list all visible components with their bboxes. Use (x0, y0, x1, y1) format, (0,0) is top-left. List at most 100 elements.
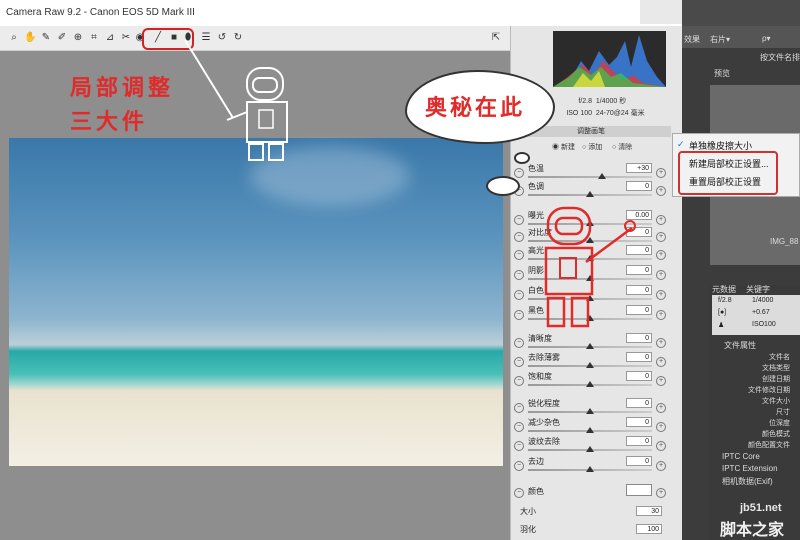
slider-row[interactable]: − 去除薄雾 0 + (514, 352, 666, 372)
annotation-three-tools: 三大件 (70, 109, 149, 135)
slider-thumb[interactable] (586, 446, 594, 452)
slider-row[interactable]: − 锐化程度 0 + (514, 398, 666, 418)
slider-label: 色温 (528, 164, 544, 173)
radio-new-label: 新建 (560, 144, 575, 151)
exif-info: f/2.8 1/4000 秒 ISO 100 24-70@24 毫米 (556, 96, 666, 122)
slider-thumb[interactable] (586, 408, 594, 414)
bridge-meta-tab[interactable]: 元数据 (712, 284, 736, 295)
slider-row[interactable]: − 色温 +30 + (514, 163, 666, 183)
title-bar: Camera Raw 9.2 - Canon EOS 5D Mark III (0, 0, 682, 26)
minus-icon[interactable]: − (514, 376, 524, 386)
minus-icon[interactable]: − (514, 168, 524, 178)
plus-icon[interactable]: + (656, 270, 666, 280)
plus-icon[interactable]: + (656, 376, 666, 386)
radio-new[interactable]: ◉ 新建 (552, 142, 575, 152)
annotation-local-adjust: 局部调整 (70, 75, 175, 101)
bridge-keyword-tab[interactable]: 关键字 (746, 284, 770, 295)
bridge-search[interactable]: ρ▾ (762, 34, 771, 43)
slider-value[interactable]: 0 (626, 398, 652, 408)
bridge-sort-label[interactable]: 按文件名排序 (760, 52, 800, 63)
slider-value[interactable]: 0 (626, 352, 652, 362)
bridge-prop-label: 颜色模式 (762, 431, 790, 438)
bridge-top-item[interactable]: 效果 (684, 34, 700, 45)
plus-icon[interactable]: + (656, 250, 666, 260)
radio-clear[interactable]: ○ 清除 (612, 142, 632, 152)
plus-icon[interactable]: + (656, 215, 666, 225)
straighten-icon[interactable]: ⊿ (104, 32, 116, 44)
slider-track[interactable] (528, 176, 652, 178)
slider-thumb[interactable] (586, 343, 594, 349)
minus-icon[interactable]: − (514, 461, 524, 471)
plus-icon[interactable]: + (656, 488, 666, 498)
color-label: 颜色 (528, 487, 544, 496)
bridge-prop-label: 创建日期 (762, 376, 790, 383)
bridge-iptc-section[interactable]: IPTC Core (722, 452, 760, 461)
minus-icon[interactable]: − (514, 357, 524, 367)
zoom-icon[interactable]: ⌕ (8, 32, 20, 44)
slider-row[interactable]: − 饱和度 0 + (514, 371, 666, 391)
slider-thumb[interactable] (598, 173, 607, 179)
minus-icon[interactable]: − (514, 441, 524, 451)
close-button[interactable] (640, 0, 682, 24)
crop-icon[interactable]: ⌗ (88, 32, 100, 44)
slider-thumb[interactable] (586, 362, 594, 368)
plus-icon[interactable]: + (656, 403, 666, 413)
slider-value[interactable]: 0 (626, 417, 652, 427)
color-swatch[interactable] (626, 484, 652, 496)
bridge-iptc-ext-section[interactable]: IPTC Extension (722, 464, 778, 473)
plus-icon[interactable]: + (656, 186, 666, 196)
slider-thumb[interactable] (586, 381, 594, 387)
plus-icon[interactable]: + (656, 232, 666, 242)
bridge-prop-label: 颜色配置文件 (748, 442, 790, 449)
minus-icon[interactable]: − (514, 422, 524, 432)
bridge-prop-label: 位深度 (769, 420, 790, 427)
slider-row[interactable]: − 减少杂色 0 + (514, 417, 666, 437)
hand-icon[interactable]: ✋ (24, 32, 36, 44)
slider-value[interactable]: 0 (626, 181, 652, 191)
plus-icon[interactable]: + (656, 290, 666, 300)
slider-row[interactable]: − 波纹去除 0 + (514, 436, 666, 456)
brush-feather-value[interactable]: 100 (636, 524, 662, 534)
astronaut-figure-left (185, 40, 288, 161)
watermark-url: jb51.net (740, 502, 782, 514)
slider-thumb[interactable] (586, 427, 594, 433)
plus-icon[interactable]: + (656, 338, 666, 348)
plus-icon[interactable]: + (656, 441, 666, 451)
slider-thumb[interactable] (586, 466, 594, 472)
slider-thumb[interactable] (586, 191, 594, 197)
spot-removal-icon[interactable]: ✂ (120, 32, 132, 44)
meta-shutter: 1/4000 (752, 297, 774, 304)
white-balance-icon[interactable]: ✎ (40, 32, 52, 44)
astronaut-figure-right (544, 206, 636, 328)
slider-label: 去除薄雾 (528, 353, 560, 362)
plus-icon[interactable]: + (656, 461, 666, 471)
target-adjust-icon[interactable]: ⊕ (72, 32, 84, 44)
export-icon[interactable]: ⇱ (490, 32, 502, 44)
brush-size-label: 大小 (520, 507, 536, 516)
slider-value[interactable]: 0 (626, 371, 652, 381)
bubble-text: 奥秘在此 (425, 95, 526, 121)
plus-icon[interactable]: + (656, 422, 666, 432)
slider-row[interactable]: − 去边 0 + (514, 456, 666, 476)
plus-icon[interactable]: + (656, 168, 666, 178)
bridge-preview-tab[interactable]: 预览 (714, 68, 730, 79)
plus-icon[interactable]: + (656, 310, 666, 320)
slider-value[interactable]: +30 (626, 163, 652, 173)
slider-row[interactable]: − 色调 0 + (514, 181, 666, 201)
radio-add[interactable]: ○ 添加 (582, 142, 602, 152)
bridge-top-item[interactable]: 右片▾ (710, 34, 730, 45)
watermark-name: 脚本之家 (720, 522, 785, 539)
plus-icon[interactable]: + (656, 357, 666, 367)
bridge-camera-section[interactable]: 相机数据(Exif) (722, 476, 773, 487)
slider-value[interactable]: 0 (626, 456, 652, 466)
minus-icon[interactable]: − (514, 488, 524, 498)
slider-value[interactable]: 0 (626, 436, 652, 446)
meta-ev: +0.67 (752, 309, 770, 316)
bridge-file-props-section[interactable]: 文件属性 (724, 340, 756, 351)
color-sampler-icon[interactable]: ✐ (56, 32, 68, 44)
slider-label: 波纹去除 (528, 437, 560, 446)
minus-icon[interactable]: − (514, 403, 524, 413)
brush-size-value[interactable]: 30 (636, 506, 662, 516)
histogram (553, 31, 666, 87)
color-row[interactable]: − 颜色 + (514, 483, 666, 503)
